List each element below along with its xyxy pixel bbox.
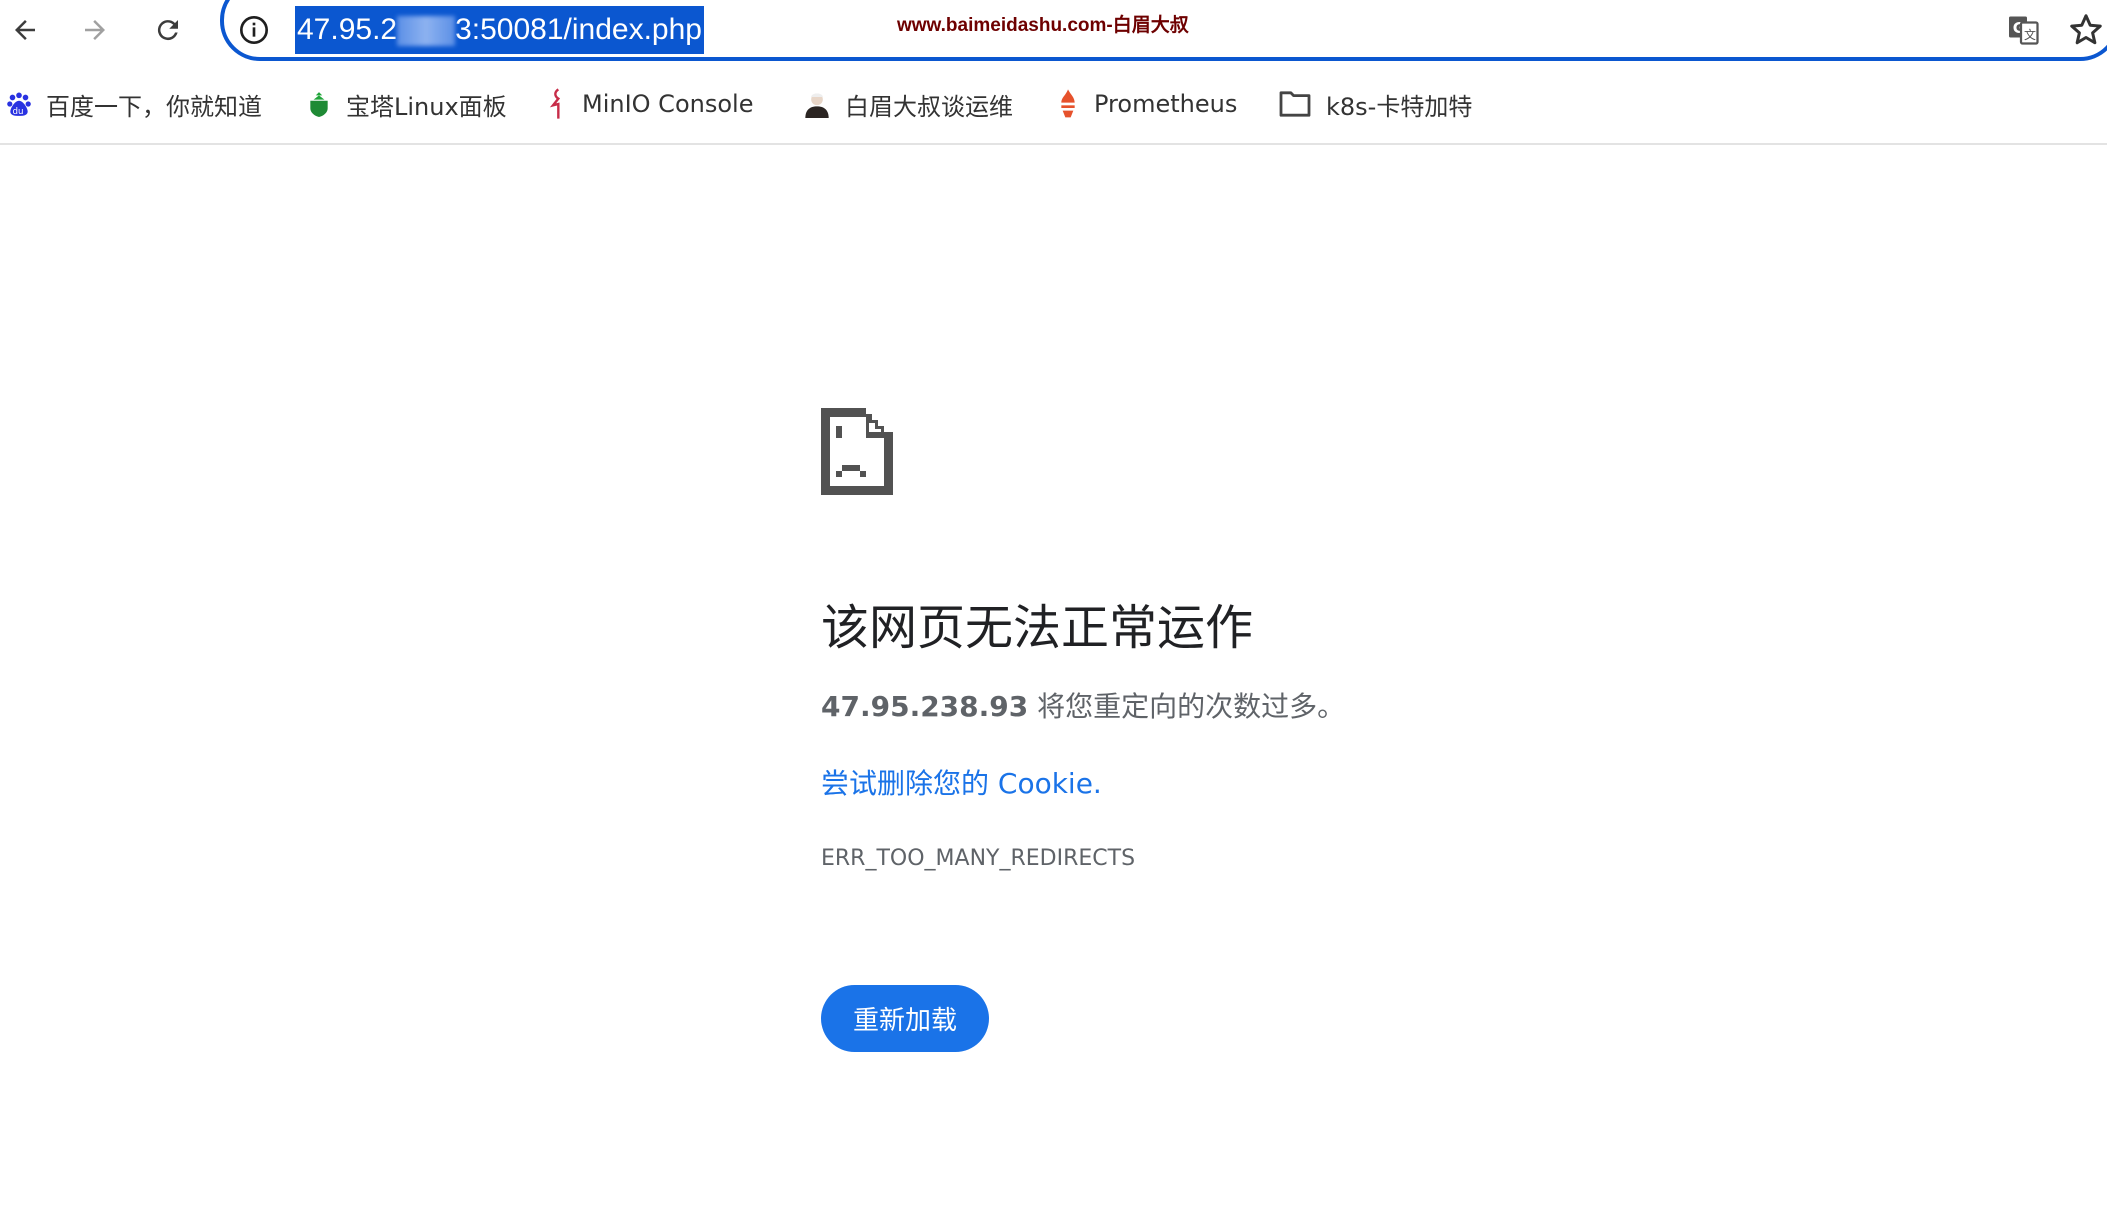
bookmark-label: 宝塔Linux面板 [346, 92, 507, 121]
url-part: 47.95.2 [297, 13, 398, 46]
error-message-text: 将您重定向的次数过多。 [1028, 690, 1346, 723]
info-icon [240, 16, 268, 44]
bt-panel-icon [310, 92, 328, 117]
avatar-icon [805, 93, 829, 118]
svg-text:du: du [13, 107, 24, 117]
reload-button[interactable]: 重新加载 [821, 985, 989, 1052]
star-icon [2070, 14, 2102, 45]
bookmark-baimeidashu[interactable]: 白眉大叔谈运维 [803, 84, 1013, 124]
error-code: ERR_TOO_MANY_REDIRECTS [821, 846, 1136, 871]
toolbar-divider [0, 143, 2107, 145]
back-button[interactable] [5, 10, 45, 50]
folder-icon [1279, 91, 1311, 117]
bookmark-label: k8s-卡特加特 [1326, 92, 1473, 121]
bookmark-folder-k8s[interactable]: k8s-卡特加特 [1278, 84, 1472, 124]
minio-icon [549, 88, 561, 119]
bookmark-label: Prometheus [1094, 90, 1238, 118]
clear-cookies-link[interactable]: 尝试删除您的 Cookie. [821, 762, 1102, 802]
translate-icon: G文 [2009, 16, 2039, 45]
error-title: 该网页无法正常运作 [821, 600, 1254, 656]
bookmark-star-button[interactable] [2068, 12, 2104, 52]
bookmark-label: 白眉大叔谈运维 [845, 92, 1013, 121]
bookmark-bt-panel[interactable]: 宝塔Linux面板 [306, 84, 507, 124]
back-arrow-icon [15, 20, 35, 40]
bookmark-minio[interactable]: MinIO Console [546, 84, 753, 124]
forward-arrow-icon [85, 20, 105, 40]
svg-text:文: 文 [2024, 27, 2036, 42]
url-blurred-segment [397, 16, 456, 47]
error-message: 47.95.238.93 将您重定向的次数过多。 [821, 685, 1345, 725]
prometheus-torch-icon [1061, 89, 1075, 118]
error-host: 47.95.238.93 [821, 690, 1029, 723]
site-info-button[interactable] [238, 14, 270, 50]
forward-button[interactable] [75, 10, 115, 50]
url-text[interactable]: 47.95.2 3:50081/index.php [295, 6, 704, 54]
url-part: 3:50081/index.php [455, 13, 702, 46]
reload-icon [157, 20, 178, 41]
translate-button[interactable]: G文 [2006, 12, 2042, 52]
baidu-paw-icon: du [7, 92, 31, 117]
bookmark-label: 百度一下，你就知道 [46, 92, 262, 121]
broken-page-icon [821, 408, 893, 499]
bookmark-baidu[interactable]: du 百度一下，你就知道 [6, 84, 262, 124]
bookmark-prometheus[interactable]: Prometheus [1056, 84, 1237, 124]
bookmark-label: MinIO Console [582, 90, 754, 118]
watermark: www.baimeidashu.com-白眉大叔 [897, 15, 1189, 36]
reload-page-button[interactable] [148, 10, 188, 50]
